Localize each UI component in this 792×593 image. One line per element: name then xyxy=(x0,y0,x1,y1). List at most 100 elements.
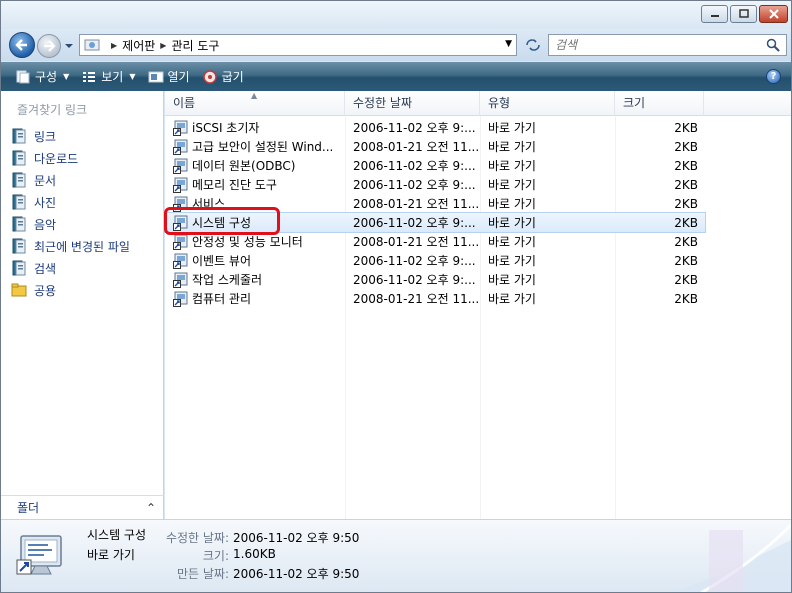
refresh-icon xyxy=(526,39,540,51)
downloads-icon xyxy=(12,150,26,166)
breadcrumb-separator-icon: ▶ xyxy=(160,40,167,50)
file-date-cell: 2008-01-21 오전 11... xyxy=(353,197,480,211)
favorite-link-item[interactable]: 음악 xyxy=(11,213,130,235)
file-name-cell: 작업 스케줄러 xyxy=(165,271,345,288)
shortcut-icon xyxy=(173,291,188,307)
favorite-link-item[interactable]: 검색 xyxy=(11,257,130,279)
breadcrumb-item-control-panel[interactable]: 제어판 xyxy=(122,37,155,54)
column-header-type[interactable]: 유형 xyxy=(480,91,615,116)
favorite-link-label: 최근에 변경된 파일 xyxy=(34,239,130,254)
file-size-cell: 2KB xyxy=(674,177,698,192)
folders-toggle[interactable]: 폴더 ⌃ xyxy=(1,495,164,519)
recent-pages-dropdown-icon[interactable] xyxy=(64,41,74,51)
close-icon xyxy=(768,9,779,19)
organize-menu[interactable]: 구성 ▼ xyxy=(1,62,75,91)
favorite-link-item[interactable]: 문서 xyxy=(11,169,130,191)
burn-button[interactable]: 굽기 xyxy=(196,62,250,91)
open-icon xyxy=(148,71,163,82)
breadcrumb: ▶ 제어판 ▶ 관리 도구 xyxy=(106,37,219,54)
favorite-link-item[interactable]: 공용 xyxy=(11,279,130,301)
forward-button[interactable] xyxy=(37,34,61,58)
favorite-links-list: 링크 다운로드 문서 사진음악최근에 변경된 파일검색 공용 xyxy=(11,125,130,301)
file-row[interactable]: iSCSI 초기자 2006-11-02 오후 9:... 바로 가기 2KB xyxy=(165,118,705,137)
favorite-link-label: 음악 xyxy=(34,217,57,232)
size-label: 크기: xyxy=(202,549,229,563)
file-type-cell: 바로 가기 xyxy=(488,216,536,230)
file-name: 작업 스케줄러 xyxy=(192,273,263,287)
file-row[interactable]: 고급 보안이 설정된 Wind... 2008-01-21 오전 11... 바로 … xyxy=(165,137,705,156)
file-date-cell: 2006-11-02 오후 9:... xyxy=(353,254,476,268)
organize-icon xyxy=(16,70,30,83)
favorite-link-item[interactable]: 다운로드 xyxy=(11,147,130,169)
modified-label: 수정한 날짜: xyxy=(165,531,229,545)
file-row[interactable]: 메모리 진단 도구 2006-11-02 오후 9:... 바로 가기 2KB xyxy=(165,175,705,194)
file-size-cell: 2KB xyxy=(674,272,698,287)
help-icon: ? xyxy=(770,71,777,82)
file-name: 데이터 원본(ODBC) xyxy=(192,159,296,173)
shortcut-icon xyxy=(173,120,188,136)
control-panel-icon xyxy=(84,39,100,51)
open-button[interactable]: 열기 xyxy=(142,62,196,91)
public-icon xyxy=(11,283,27,297)
chevron-down-icon: ▼ xyxy=(63,72,70,81)
shortcut-icon xyxy=(173,272,188,288)
address-bar[interactable]: ▶ 제어판 ▶ 관리 도구 ▼ xyxy=(79,34,517,56)
file-row[interactable]: 이벤트 뷰어 2006-11-02 오후 9:... 바로 가기 2KB xyxy=(165,251,705,270)
column-header-date[interactable]: 수정한 날짜 xyxy=(345,91,480,116)
file-name-cell: 고급 보안이 설정된 Wind... xyxy=(165,138,345,155)
favorite-link-item[interactable]: 최근에 변경된 파일 xyxy=(11,235,130,257)
links-icon xyxy=(12,128,26,144)
details-modified: 수정한 날짜: 2006-11-02 오후 9:50 xyxy=(161,529,359,546)
address-dropdown-icon[interactable]: ▼ xyxy=(505,39,512,49)
navigation-pane: 즐겨찾기 링크 링크 다운로드 문서 사진 음악 최근에 변경된 파일 검색 공용 폴더 ⌃ xyxy=(1,91,164,519)
file-size-cell: 2KB xyxy=(674,234,698,249)
breadcrumb-item-admin-tools[interactable]: 관리 도구 xyxy=(171,37,219,54)
file-size-cell: 2KB xyxy=(674,215,698,230)
help-button[interactable]: ? xyxy=(766,69,781,84)
file-row[interactable]: 작업 스케줄러 2006-11-02 오후 9:... 바로 가기 2KB xyxy=(165,270,705,289)
chevron-up-icon: ⌃ xyxy=(145,500,156,515)
file-row[interactable]: 데이터 원본(ODBC) 2006-11-02 오후 9:... 바로 가기 2KB xyxy=(165,156,705,175)
file-date-cell: 2006-11-02 오후 9:... xyxy=(353,178,476,192)
pictures-icon xyxy=(12,194,26,210)
maximize-button[interactable] xyxy=(730,5,757,23)
column-header-size[interactable]: 크기 xyxy=(615,91,704,116)
title-bar xyxy=(1,1,791,29)
file-name: 컴퓨터 관리 xyxy=(192,292,252,306)
burn-disc-icon xyxy=(202,69,217,84)
breadcrumb-separator-icon: ▶ xyxy=(111,40,118,50)
file-row[interactable]: 컴퓨터 관리 2008-01-21 오전 11... 바로 가기 2KB xyxy=(165,289,705,308)
file-size-cell: 2KB xyxy=(674,158,698,173)
file-date-cell: 2006-11-02 오후 9:... xyxy=(353,273,476,287)
details-file-type: 바로 가기 xyxy=(87,548,135,562)
folders-label: 폴더 xyxy=(17,501,40,515)
file-type-cell: 바로 가기 xyxy=(488,273,536,287)
shortcut-icon xyxy=(173,158,188,174)
system-configuration-icon xyxy=(16,535,62,575)
refresh-button[interactable] xyxy=(521,34,545,56)
documents-icon xyxy=(12,172,26,188)
file-date-cell: 2008-01-21 오전 11... xyxy=(353,140,480,154)
file-date-cell: 2008-01-21 오전 11... xyxy=(353,292,480,306)
file-name-cell: 메모리 진단 도구 xyxy=(165,176,345,193)
search-icon[interactable] xyxy=(766,38,780,52)
view-icon xyxy=(83,71,96,82)
column-date-label: 수정한 날짜 xyxy=(353,96,413,110)
favorite-link-item[interactable]: 사진 xyxy=(11,191,130,213)
file-name-cell: 안정성 및 성능 모니터 xyxy=(165,233,345,250)
file-name-cell: iSCSI 초기자 xyxy=(165,119,345,136)
minimize-button[interactable] xyxy=(701,5,728,23)
view-label: 보기 xyxy=(101,70,124,84)
search-input[interactable] xyxy=(555,38,755,52)
file-date-cell: 2006-11-02 오후 9:... xyxy=(353,159,476,173)
favorite-link-item[interactable]: 링크 xyxy=(11,125,130,147)
shortcut-icon xyxy=(173,139,188,155)
music-icon xyxy=(12,216,26,232)
window-controls xyxy=(701,5,788,23)
file-type-cell: 바로 가기 xyxy=(488,121,536,135)
file-name-cell: 데이터 원본(ODBC) xyxy=(165,157,345,174)
back-button[interactable] xyxy=(9,32,35,58)
column-header-name[interactable]: 이름 ▲ xyxy=(165,91,345,116)
view-menu[interactable]: 보기 ▼ xyxy=(75,62,141,91)
close-button[interactable] xyxy=(759,5,788,23)
